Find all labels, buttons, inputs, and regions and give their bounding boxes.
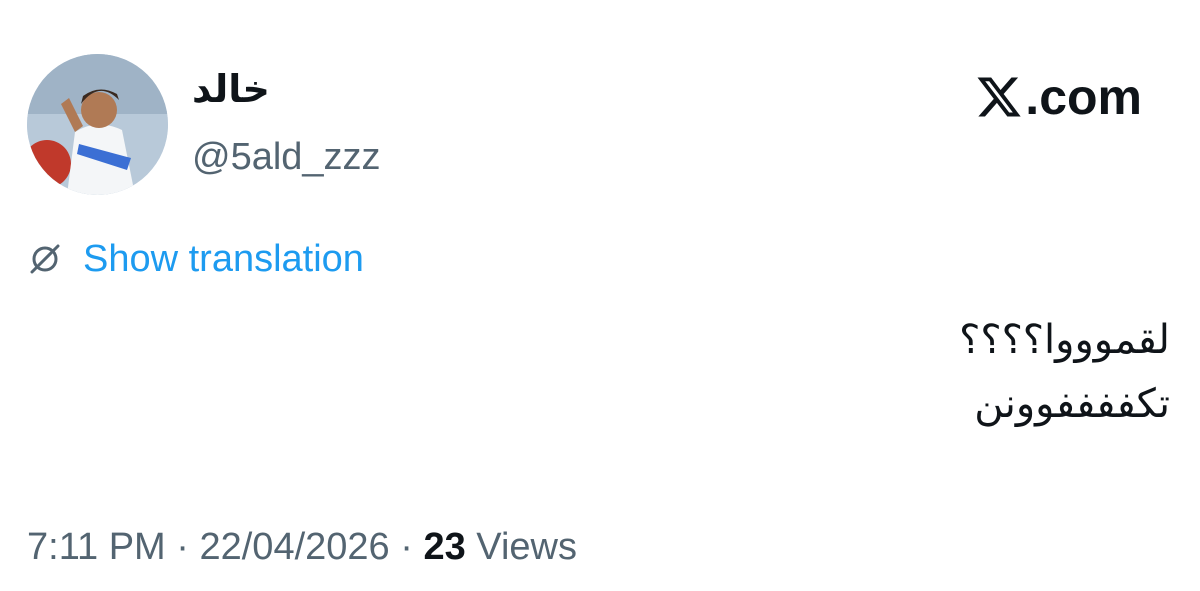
meta-separator: · [176,526,189,568]
tweet-text: لقموووا؟؟؟؟ تكففففوونن [959,308,1170,436]
meta-separator: · [400,526,413,568]
show-translation-label: Show translation [83,238,364,280]
globe-slash-icon [30,244,60,274]
x-brand: .com [975,72,1142,122]
tweet-line: لقموووا؟؟؟؟ [959,317,1170,363]
x-logo-icon [977,77,1021,117]
avatar-image [27,54,168,195]
display-name[interactable]: خالد [192,70,270,108]
avatar[interactable] [27,54,168,195]
user-handle[interactable]: @5ald_zzz [192,138,381,176]
tweet-line: تكففففوونن [974,381,1170,427]
tweet-meta: 7:11 PM · 22/04/2026 · 23 Views [27,528,577,566]
brand-domain: .com [1025,69,1142,125]
tweet-date[interactable]: 22/04/2026 [199,526,389,568]
tweet-time[interactable]: 7:11 PM [27,526,166,568]
show-translation-link[interactable]: Show translation [27,240,364,278]
views-label: Views [476,526,577,568]
views-count: 23 [423,526,466,568]
